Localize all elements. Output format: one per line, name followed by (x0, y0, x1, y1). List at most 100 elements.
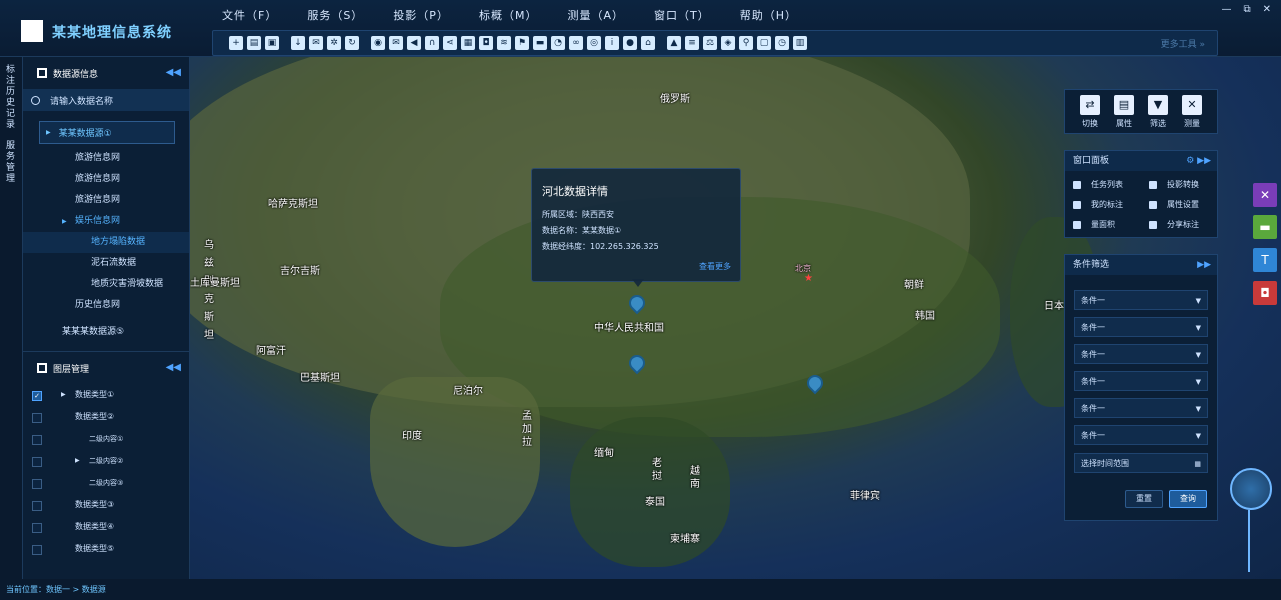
mail-icon[interactable]: ✉ (309, 36, 323, 50)
condition-select[interactable]: 条件一 ▼ (1074, 398, 1208, 418)
checkbox[interactable] (32, 413, 42, 423)
menu-measure[interactable]: 测量（A） (567, 7, 624, 23)
checkbox-checked[interactable]: ✓ (32, 391, 42, 401)
layer-subrow[interactable]: ▶ 二级内容② (23, 450, 189, 472)
folder-float-button[interactable]: ▬ (1253, 215, 1277, 239)
property-settings-item[interactable]: 属性设置 (1149, 199, 1199, 210)
home-icon[interactable]: ⌂ (641, 36, 655, 50)
annotation-history-tab[interactable]: 标注历史记录 (6, 65, 16, 131)
folder-add-icon[interactable]: + (229, 36, 243, 50)
chart-icon[interactable]: ▲ (667, 36, 681, 50)
condition-select[interactable]: 条件一 ▼ (1074, 317, 1208, 337)
tree-item[interactable]: 旅游信息网 (23, 190, 189, 211)
link-icon[interactable]: ∞ (569, 36, 583, 50)
message-icon[interactable]: ✉ (389, 36, 403, 50)
file-icon[interactable]: ▤ (247, 36, 261, 50)
close-button[interactable]: ✕ (1263, 4, 1271, 15)
search-input[interactable]: 请输入数据名称 (23, 89, 189, 111)
tree-item[interactable]: 历史信息网 (23, 295, 189, 316)
time-range-picker[interactable]: 选择时间范围 ▦ (1074, 453, 1208, 473)
volume-icon[interactable]: ◀ (407, 36, 421, 50)
briefcase-icon[interactable]: ▬ (533, 36, 547, 50)
checkbox[interactable] (32, 545, 42, 555)
expand-icon[interactable]: ▶▶ (1197, 255, 1211, 275)
window-icon[interactable]: ▥ (793, 36, 807, 50)
menu-file[interactable]: 文件（F） (222, 7, 277, 23)
tree-subitem[interactable]: 地质灾害滑坡数据 (23, 274, 189, 295)
measure-area-item[interactable]: 量面积 (1073, 219, 1115, 230)
eye-icon[interactable]: ◎ (587, 36, 601, 50)
collapse-icon[interactable]: ◀◀ (166, 67, 181, 78)
more-tools-link[interactable]: 更多工具 » (1161, 37, 1205, 50)
filter-tool[interactable]: ▼ 筛选 (1143, 95, 1173, 129)
download-icon[interactable]: ↓ (291, 36, 305, 50)
camera-float-button[interactable]: ◘ (1253, 281, 1277, 305)
my-annotation-item[interactable]: 我的标注 (1073, 199, 1123, 210)
menu-marker[interactable]: 标概（M） (479, 7, 538, 23)
checkbox[interactable] (32, 523, 42, 533)
measure-tool[interactable]: ✕ 测量 (1177, 95, 1207, 129)
menu-service[interactable]: 服务（S） (307, 7, 363, 23)
image-icon[interactable]: ▣ (265, 36, 279, 50)
rss-icon[interactable]: ◔ (551, 36, 565, 50)
task-list-item[interactable]: 任务列表 (1073, 179, 1123, 190)
tree-subitem-selected[interactable]: 地方塌陷数据 (23, 232, 189, 253)
checkbox[interactable] (32, 457, 42, 467)
compass-control[interactable] (1230, 468, 1272, 510)
condition-select[interactable]: 条件一 ▼ (1074, 344, 1208, 364)
service-manage-tab[interactable]: 服务管理 (6, 141, 16, 185)
layer-row[interactable]: 数据类型② (23, 406, 189, 428)
tools-float-button[interactable]: ✕ (1253, 183, 1277, 207)
print-icon[interactable]: ▦ (461, 36, 475, 50)
scale-icon[interactable]: ⚖ (703, 36, 717, 50)
badge-icon[interactable]: ▢ (757, 36, 771, 50)
layer-subrow[interactable]: 二级内容① (23, 428, 189, 450)
checkbox[interactable] (32, 435, 42, 445)
headset-icon[interactable]: ∩ (425, 36, 439, 50)
condition-select[interactable]: 条件一 ▼ (1074, 371, 1208, 391)
view-more-link[interactable]: 查看更多 (699, 261, 731, 272)
data-source-select[interactable]: ▶ 某某数据源① (39, 121, 175, 144)
projection-item[interactable]: 投影转换 (1149, 179, 1199, 190)
layer-subrow[interactable]: 二级内容③ (23, 472, 189, 494)
reset-button[interactable]: 重置 (1125, 490, 1163, 508)
layer-row[interactable]: 数据类型⑤ (23, 538, 189, 560)
camera-icon[interactable]: ◘ (479, 36, 493, 50)
condition-select[interactable]: 条件一 ▼ (1074, 290, 1208, 310)
menu-window[interactable]: 窗口（T） (654, 7, 710, 23)
minimize-button[interactable]: — (1221, 4, 1231, 15)
restore-button[interactable]: ⧉ (1243, 4, 1250, 15)
zoom-slider[interactable] (1248, 510, 1250, 572)
bulb-icon[interactable]: ◉ (371, 36, 385, 50)
layer-row[interactable]: ✓ ▶ 数据类型① (23, 384, 189, 406)
search-tool-icon[interactable]: ⚲ (739, 36, 753, 50)
wifi-icon[interactable]: ≋ (497, 36, 511, 50)
checkbox[interactable] (32, 479, 42, 489)
gear-expand-icon[interactable]: ⚙ ▶▶ (1186, 151, 1211, 171)
tree-item-expanded[interactable]: ▶ 娱乐信息网 (23, 211, 189, 232)
chat-icon[interactable]: ● (623, 36, 637, 50)
tree-item[interactable]: 旅游信息网 (23, 169, 189, 190)
menu-help[interactable]: 帮助（H） (740, 7, 797, 23)
info-icon[interactable]: i (605, 36, 619, 50)
flag-icon[interactable]: ⚑ (515, 36, 529, 50)
tree-item[interactable]: 旅游信息网 (23, 148, 189, 169)
collapse-icon[interactable]: ◀◀ (166, 362, 181, 373)
share-annotation-item[interactable]: 分享标注 (1149, 219, 1199, 230)
query-button[interactable]: 查询 (1169, 490, 1207, 508)
layer-row[interactable]: 数据类型③ (23, 494, 189, 516)
condition-select[interactable]: 条件一 ▼ (1074, 425, 1208, 445)
tree-item[interactable]: 某某某数据源⑤ (23, 322, 189, 343)
share-icon[interactable]: ⋖ (443, 36, 457, 50)
layer-row[interactable]: 数据类型④ (23, 516, 189, 538)
list-icon[interactable]: ≡ (685, 36, 699, 50)
filter-float-button[interactable]: T (1253, 248, 1277, 272)
switch-tool[interactable]: ⇄ 切换 (1075, 95, 1105, 129)
menu-projection[interactable]: 投影（P） (393, 7, 449, 23)
tree-subitem[interactable]: 泥石流数据 (23, 253, 189, 274)
attribute-tool[interactable]: ▤ 属性 (1109, 95, 1139, 129)
checkbox[interactable] (32, 501, 42, 511)
clock-icon[interactable]: ◷ (775, 36, 789, 50)
refresh-icon[interactable]: ↻ (345, 36, 359, 50)
settings-icon[interactable]: ✲ (327, 36, 341, 50)
